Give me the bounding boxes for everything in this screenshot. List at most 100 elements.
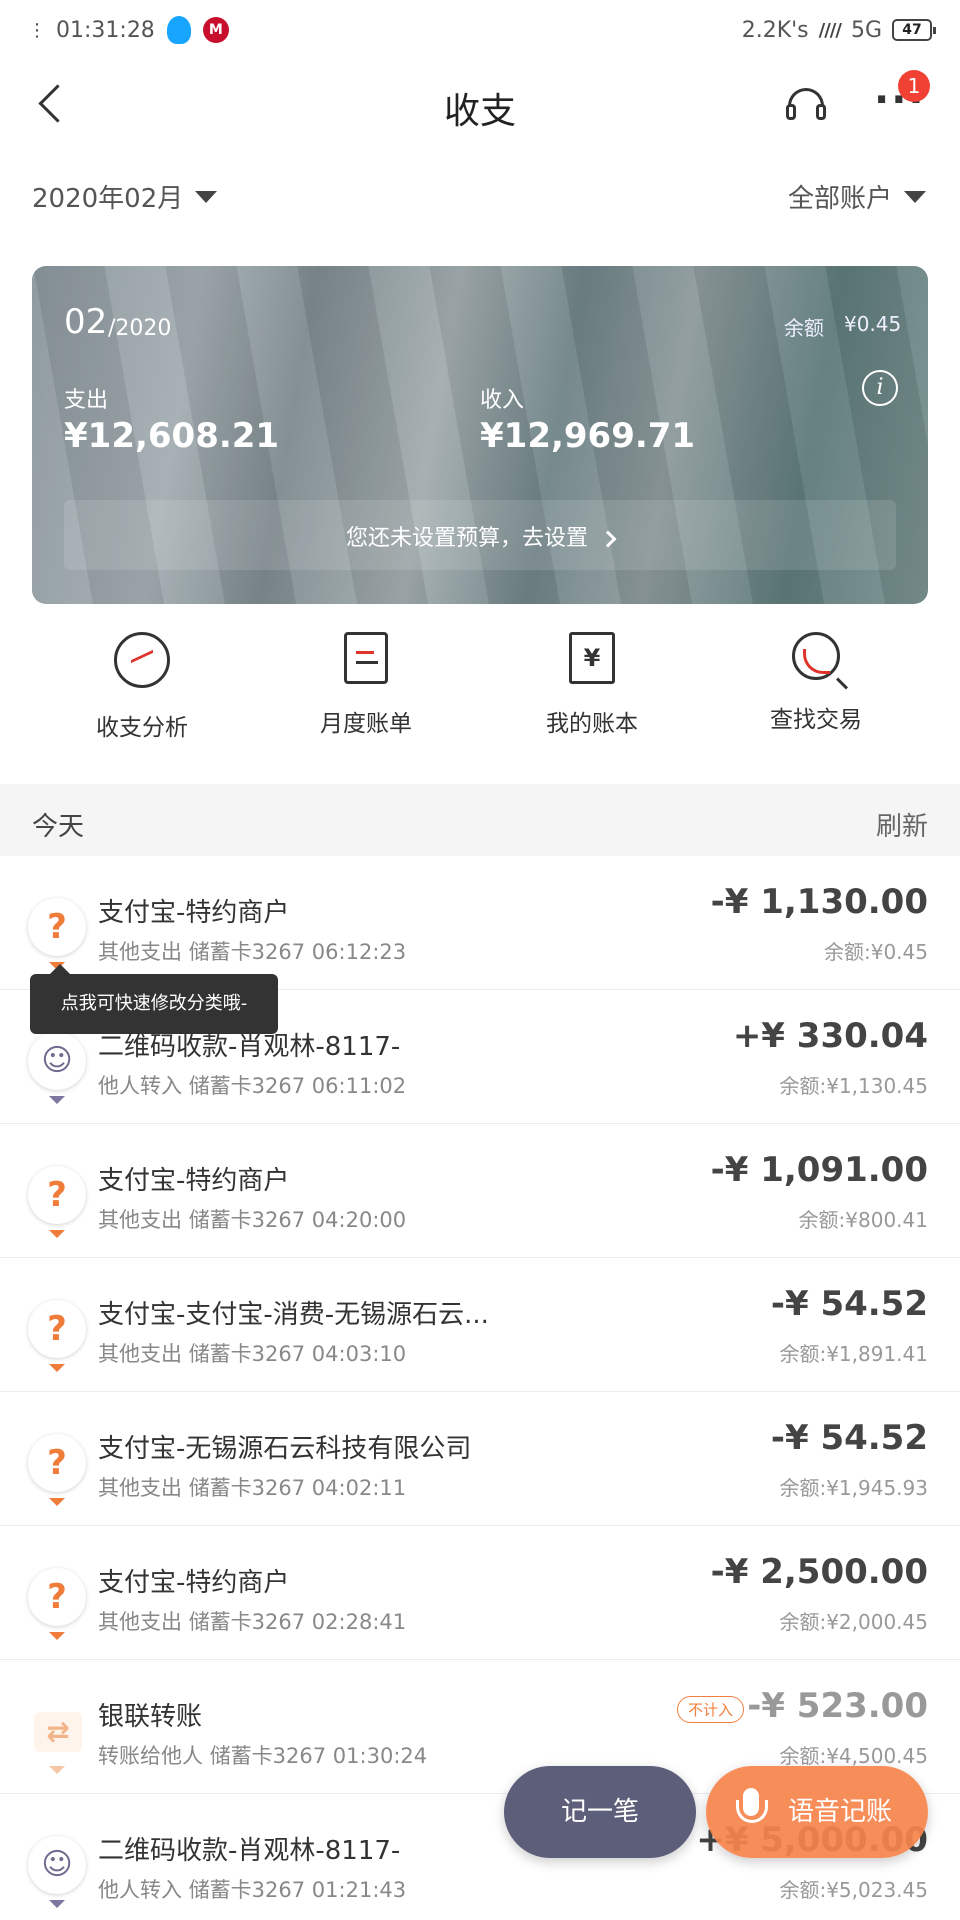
transaction-balance: 余额:¥0.45 (824, 940, 928, 964)
info-icon[interactable]: i (862, 370, 898, 406)
action-my-ledger[interactable]: ¥ 我的账本 (502, 632, 682, 738)
transaction-title: 支付宝-支付宝-消费-无锡源石云... (98, 1300, 489, 1330)
person-transfer-icon[interactable]: ☺ (28, 1032, 86, 1090)
transaction-card: 储蓄卡3267 04:02:11 (188, 1476, 407, 1500)
action-find-transaction[interactable]: 查找交易 (726, 632, 906, 734)
transaction-meta: 其他支出 储蓄卡3267 04:02:11 (98, 1472, 406, 1502)
transaction-title: 银联转账 (98, 1702, 203, 1732)
category-tooltip[interactable]: 点我可快速修改分类哦- (30, 964, 278, 1034)
transaction-row[interactable]: ? 支付宝-无锡源石云科技有限公司 其他支出 储蓄卡3267 04:02:11 … (0, 1392, 960, 1526)
caret-down-icon (49, 1900, 65, 1908)
transaction-amount: -¥ 1,130.00 (710, 882, 928, 922)
transaction-amount: +¥ 330.04 (732, 1016, 928, 1056)
expense-value: ¥12,608.21 (64, 416, 280, 456)
transaction-meta: 其他支出 储蓄卡3267 02:28:41 (98, 1606, 406, 1636)
month-selector[interactable]: 2020年02月 (32, 178, 218, 215)
transaction-amount: -¥ 2,500.00 (710, 1552, 928, 1592)
transaction-card: 储蓄卡3267 01:21:43 (188, 1878, 407, 1902)
bill-icon (344, 632, 388, 684)
transaction-category: 其他支出 (98, 1476, 182, 1500)
caret-down-icon (49, 1096, 65, 1104)
month-selector-label: 2020年02月 (32, 184, 184, 214)
income-label: 收入 (480, 388, 525, 413)
record-entry-button[interactable]: 记一笔 (504, 1766, 696, 1858)
quick-actions: 收支分析 月度账单 ¥ 我的账本 查找交易 (0, 632, 960, 752)
excluded-tag: 不计入 (676, 1696, 744, 1723)
unknown-category-icon[interactable]: ? (28, 1568, 86, 1626)
transaction-row[interactable]: ? 支付宝-特约商户 其他支出 储蓄卡3267 02:28:41 -¥ 2,50… (0, 1526, 960, 1660)
action-label: 我的账本 (546, 711, 638, 737)
customer-service-icon[interactable] (784, 84, 828, 128)
transaction-card: 储蓄卡3267 02:28:41 (188, 1610, 407, 1634)
transaction-amount: -¥ 523.00 (747, 1686, 928, 1726)
summary-year: /2020 (108, 316, 172, 341)
caret-down-icon (49, 1766, 65, 1774)
income-value: ¥12,969.71 (480, 416, 696, 456)
transaction-row[interactable]: ? 支付宝-特约商户 其他支出 储蓄卡3267 04:20:00 -¥ 1,09… (0, 1124, 960, 1258)
budget-prompt[interactable]: 您还未设置预算，去设置 (32, 520, 928, 552)
account-selector[interactable]: 全部账户 (788, 178, 926, 215)
summary-card: 02 /2020 余额 ¥0.45 支出 ¥12,608.21 收入 ¥12,9… (32, 266, 928, 604)
chevron-right-icon (599, 530, 617, 548)
balance-value: ¥0.45 (844, 312, 902, 336)
dropdown-arrow-icon (904, 190, 926, 203)
account-selector-label: 全部账户 (787, 184, 892, 214)
transaction-balance: 余额:¥1,891.41 (779, 1342, 928, 1366)
transaction-title: 支付宝-特约商户 (98, 898, 290, 928)
transaction-meta: 他人转入 储蓄卡3267 06:11:02 (98, 1070, 406, 1100)
transaction-balance: 余额:¥5,023.45 (779, 1878, 928, 1902)
status-bar: ⋮ 01:31:28 M 2.2K's //// 5G 47 (0, 0, 960, 60)
notification-badge: 1 (898, 70, 930, 102)
action-monthly-bill[interactable]: 月度账单 (276, 632, 456, 738)
transaction-category: 其他支出 (98, 1610, 182, 1634)
battery-icon: 47 (892, 19, 936, 41)
app-header: 收支 ··· (0, 60, 960, 150)
action-analysis[interactable]: 收支分析 (52, 632, 232, 742)
budget-prompt-label: 您还未设置预算，去设置 (345, 526, 588, 551)
section-header: 今天 刷新 (0, 784, 960, 856)
search-icon (792, 632, 840, 680)
caret-down-icon (49, 1364, 65, 1372)
transaction-balance: 余额:¥1,130.45 (779, 1074, 928, 1098)
transaction-title: 支付宝-特约商户 (98, 1166, 290, 1196)
transaction-balance: 余额:¥800.41 (798, 1208, 928, 1232)
caret-down-icon (49, 1498, 65, 1506)
status-time: 01:31:28 (56, 17, 155, 43)
unknown-category-icon[interactable]: ? (28, 1166, 86, 1224)
transfer-icon[interactable]: ⇄ (34, 1712, 82, 1752)
transaction-balance: 余额:¥4,500.45 (779, 1744, 928, 1768)
dropdown-arrow-icon (195, 190, 218, 203)
transaction-amount: -¥ 54.52 (770, 1284, 928, 1324)
transaction-card: 储蓄卡3267 04:20:00 (188, 1208, 407, 1232)
refresh-button[interactable]: 刷新 (876, 806, 928, 843)
balance-label: 余额 (784, 316, 824, 340)
person-transfer-icon[interactable]: ☺ (28, 1836, 86, 1894)
unknown-category-icon[interactable]: ? (28, 898, 86, 956)
transaction-amount: -¥ 1,091.00 (710, 1150, 928, 1190)
transaction-meta: 其他支出 储蓄卡3267 06:12:23 (98, 936, 406, 966)
transaction-card: 储蓄卡3267 06:11:02 (188, 1074, 407, 1098)
caret-down-icon (49, 1632, 65, 1640)
transaction-row[interactable]: ? 支付宝-特约商户 其他支出 储蓄卡3267 06:12:23 -¥ 1,13… (0, 856, 960, 990)
transaction-card: 储蓄卡3267 06:12:23 (188, 940, 407, 964)
transaction-title: 支付宝-无锡源石云科技有限公司 (98, 1434, 472, 1464)
voice-entry-button[interactable]: 语音记账 (706, 1766, 928, 1858)
network-type: 5G (850, 17, 882, 43)
ledger-icon: ¥ (569, 632, 615, 684)
transaction-card: 储蓄卡3267 04:03:10 (188, 1342, 407, 1366)
transaction-category: 其他支出 (98, 1342, 182, 1366)
unknown-category-icon[interactable]: ? (28, 1434, 86, 1492)
transaction-row[interactable]: ? 支付宝-支付宝-消费-无锡源石云... 其他支出 储蓄卡3267 04:03… (0, 1258, 960, 1392)
transaction-balance: 余额:¥1,945.93 (779, 1476, 928, 1500)
voice-entry-label: 语音记账 (788, 1797, 893, 1827)
unknown-category-icon[interactable]: ? (28, 1300, 86, 1358)
transaction-meta: 他人转入 储蓄卡3267 01:21:43 (98, 1874, 406, 1904)
signal-bars-icon: //// (818, 19, 842, 41)
microphone-icon (736, 1788, 768, 1832)
transaction-meta: 转账给他人 储蓄卡3267 01:30:24 (98, 1740, 427, 1770)
action-label: 收支分析 (96, 715, 188, 741)
expense-label: 支出 (64, 388, 109, 413)
caret-down-icon (49, 1230, 65, 1238)
transaction-category: 他人转入 (98, 1074, 182, 1098)
transaction-category: 转账给他人 (98, 1744, 203, 1768)
